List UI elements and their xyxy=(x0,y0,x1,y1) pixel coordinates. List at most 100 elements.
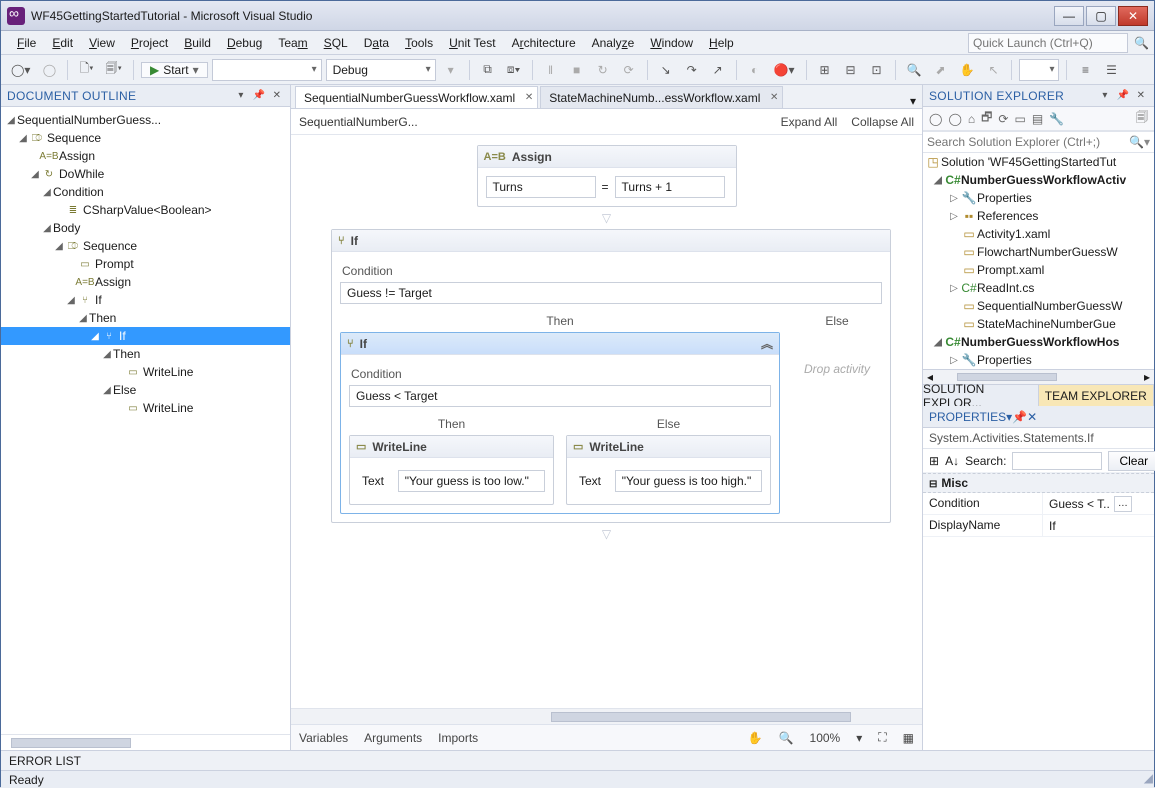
pointer-icon[interactable]: ⬈ xyxy=(930,59,952,81)
stop-icon[interactable]: ■ xyxy=(566,59,588,81)
se-forward-icon[interactable]: ◯ xyxy=(948,112,961,126)
tree-assign[interactable]: Assign xyxy=(59,149,95,163)
tree-else[interactable]: Else xyxy=(113,383,136,397)
writeline-text-input[interactable]: "Your guess is too low." xyxy=(398,470,545,492)
properties-search-input[interactable] xyxy=(1012,452,1102,470)
arrow-icon[interactable]: ↖ xyxy=(982,59,1004,81)
list-icon[interactable]: ≡ xyxy=(1074,59,1096,81)
sort-alpha-icon[interactable]: A↓ xyxy=(945,454,959,468)
assign-value-input[interactable]: Turns + 1 xyxy=(615,176,725,198)
menu-file[interactable]: File xyxy=(9,31,44,54)
menu-build[interactable]: Build xyxy=(176,31,219,54)
prop-condition-value[interactable]: Guess < T.. xyxy=(1049,497,1110,511)
open-button[interactable]: 🗐▾ xyxy=(102,59,126,81)
tabs-dropdown-icon[interactable]: ▾ xyxy=(910,94,916,108)
outline-h-scrollbar[interactable] xyxy=(1,734,290,750)
se-showall-icon[interactable]: ▭ xyxy=(1014,112,1025,126)
menu-unittest[interactable]: Unit Test xyxy=(441,31,503,54)
menu-debug[interactable]: Debug xyxy=(219,31,270,54)
se-home-icon[interactable]: ⌂ xyxy=(968,112,975,126)
overview-icon[interactable]: ▦ xyxy=(903,731,914,745)
tab-close-icon[interactable]: ✕ xyxy=(770,92,778,103)
prop-displayname-value[interactable]: If xyxy=(1049,519,1056,533)
expand-all-link[interactable]: Expand All xyxy=(781,115,838,129)
menu-analyze[interactable]: Analyze xyxy=(584,31,643,54)
tree-condition[interactable]: Condition xyxy=(53,185,104,199)
menu-help[interactable]: Help xyxy=(701,31,742,54)
search-icon[interactable]: 🔍 xyxy=(1134,36,1149,50)
se-refresh-icon[interactable]: ⟳ xyxy=(998,112,1008,126)
designer-canvas[interactable]: A=BAssign Turns = Turns + 1 ▽ ⑂If Condit… xyxy=(291,135,922,708)
zoom-icon[interactable]: 🔍 xyxy=(779,731,794,745)
variables-link[interactable]: Variables xyxy=(299,731,348,745)
config-combo[interactable]: Debug xyxy=(326,59,436,81)
resize-grip-icon[interactable]: ◢ xyxy=(1144,771,1153,785)
tree-then[interactable]: Then xyxy=(89,311,116,325)
menu-architecture[interactable]: Architecture xyxy=(504,31,584,54)
solution-root[interactable]: Solution 'WF45GettingStartedTut xyxy=(941,155,1116,169)
tab-sequential-workflow[interactable]: SequentialNumberGuessWorkflow.xaml✕ xyxy=(295,86,538,108)
tree-writeline2[interactable]: WriteLine xyxy=(143,401,193,415)
se-preview-icon[interactable]: 🗐 xyxy=(1136,108,1148,129)
forward-button[interactable]: ◯ xyxy=(38,59,60,81)
menu-window[interactable]: Window xyxy=(642,31,701,54)
tree-if2-selected[interactable]: If xyxy=(119,329,126,343)
writeline-text-input[interactable]: "Your guess is too high." xyxy=(615,470,762,492)
menu-data[interactable]: Data xyxy=(356,31,397,54)
pan-icon[interactable]: ✋ xyxy=(748,731,763,745)
ellipsis-button[interactable]: … xyxy=(1114,496,1132,512)
tree-if[interactable]: If xyxy=(95,293,102,307)
solution-tree[interactable]: ◳Solution 'WF45GettingStartedTut ◢C#Numb… xyxy=(923,153,1154,370)
maximize-button[interactable]: ▢ xyxy=(1086,6,1116,26)
file-item[interactable]: SequentialNumberGuessW xyxy=(977,299,1122,313)
sort-category-icon[interactable]: ⊞ xyxy=(929,454,939,468)
menu-sql[interactable]: SQL xyxy=(316,31,356,54)
properties-item[interactable]: Properties xyxy=(977,353,1032,367)
zoom-dropdown-icon[interactable]: ▾ xyxy=(856,731,862,745)
tab-team-explorer[interactable]: TEAM EXPLORER xyxy=(1039,385,1155,406)
hex-icon[interactable]: ◐ xyxy=(744,59,766,81)
minimize-button[interactable]: — xyxy=(1054,6,1084,26)
panel-close-icon[interactable]: ✕ xyxy=(1027,410,1037,424)
menu-project[interactable]: Project xyxy=(123,31,176,54)
start-debug-button[interactable]: ▶Start▾ xyxy=(141,62,208,78)
se-properties-icon[interactable]: 🔧 xyxy=(1049,112,1064,126)
restart-icon[interactable]: ↻ xyxy=(592,59,614,81)
refresh-icon[interactable]: ⟳ xyxy=(618,59,640,81)
pin-icon[interactable]: 📌 xyxy=(1012,410,1027,424)
zoom-level[interactable]: 100% xyxy=(810,731,841,745)
quick-launch-input[interactable] xyxy=(968,33,1128,53)
tree-sequence2[interactable]: Sequence xyxy=(83,239,137,253)
tool-icon-1[interactable]: ⧉ xyxy=(477,59,499,81)
designer-h-scrollbar[interactable] xyxy=(291,708,922,724)
tree-then2[interactable]: Then xyxy=(113,347,140,361)
tool-icon-2[interactable]: ⧈▾ xyxy=(503,59,525,81)
tree-assign2[interactable]: Assign xyxy=(95,275,131,289)
tree-root[interactable]: SequentialNumberGuess... xyxy=(17,113,161,127)
file-item[interactable]: Activity1.xaml xyxy=(977,227,1050,241)
file-item[interactable]: FlowchartNumberGuessW xyxy=(977,245,1118,259)
se-collapse-icon[interactable]: ▤ xyxy=(1032,112,1043,126)
arguments-link[interactable]: Arguments xyxy=(364,731,422,745)
pin-icon[interactable]: 📌 xyxy=(252,89,266,103)
outline-tree[interactable]: ◢SequentialNumberGuess... ◢⎄Sequence A=B… xyxy=(1,107,290,734)
references-item[interactable]: References xyxy=(977,209,1038,223)
tab-solution-explorer[interactable]: SOLUTION EXPLOR... xyxy=(923,385,1039,406)
step-over-icon[interactable]: ↷ xyxy=(681,59,703,81)
collapse-section-icon[interactable]: ⊟ xyxy=(929,479,937,490)
extra-tool-1[interactable]: ⊞ xyxy=(814,59,836,81)
menu-team[interactable]: Team xyxy=(270,31,315,54)
back-button[interactable]: ◯▾ xyxy=(7,59,34,81)
project-item[interactable]: NumberGuessWorkflowActiv xyxy=(961,173,1126,187)
step-out-icon[interactable]: ↗ xyxy=(707,59,729,81)
drop-zone[interactable]: Drop activity xyxy=(792,332,882,406)
project-item[interactable]: NumberGuessWorkflowHos xyxy=(961,335,1119,349)
tree-sequence[interactable]: Sequence xyxy=(47,131,101,145)
panel-close-icon[interactable]: ✕ xyxy=(270,89,284,103)
tree-prompt[interactable]: Prompt xyxy=(95,257,134,271)
hand-icon[interactable]: ✋ xyxy=(956,59,979,81)
menu-edit[interactable]: Edit xyxy=(44,31,81,54)
breakpoint-icon[interactable]: 🔴▾ xyxy=(770,59,799,81)
extra-tool-3[interactable]: ⊡ xyxy=(866,59,888,81)
search-dropdown-icon[interactable]: 🔍▾ xyxy=(1129,135,1150,149)
